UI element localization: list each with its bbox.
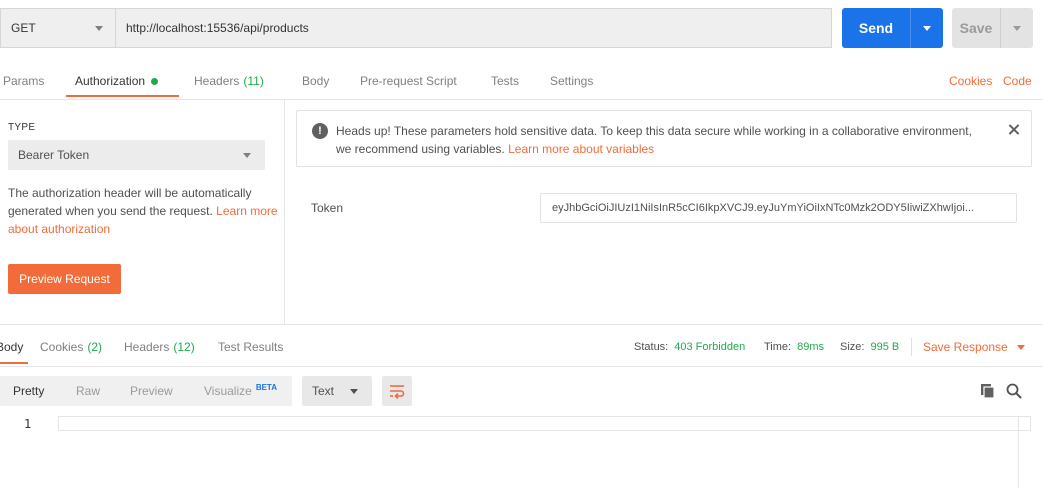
token-label: Token (311, 201, 344, 215)
tab-label: Headers (124, 340, 170, 354)
tab-label: Settings (550, 74, 594, 88)
sensitive-data-alert: ! Heads up! These parameters hold sensit… (296, 110, 1032, 167)
token-input[interactable]: eyJhbGciOiJIUzI1NiIsInR5cCI6IkpXVCJ9.eyJ… (540, 193, 1017, 223)
learn-more-variables-link[interactable]: Learn more about variables (508, 142, 654, 156)
tab-label: Tests (491, 74, 520, 88)
tab-label: Body (302, 74, 330, 88)
status-value[interactable]: 403 Forbidden (674, 341, 745, 353)
close-icon[interactable] (1007, 123, 1021, 137)
line-number: 1 (24, 417, 32, 431)
alert-message: Heads up! These parameters hold sensitiv… (336, 122, 976, 158)
url-text: http://localhost:15536/api/products (126, 21, 309, 35)
send-options-chevron-icon[interactable] (911, 8, 943, 48)
size-label: Size: (840, 341, 865, 353)
beta-badge: BETA (255, 382, 277, 392)
tab-label: Pre-request Script (360, 74, 457, 88)
tab-pre-request-script[interactable]: Pre-request Script (360, 62, 457, 100)
send-button[interactable]: Send (842, 8, 910, 48)
view-tab-label: Raw (76, 384, 101, 398)
tab-label: Body (0, 340, 24, 354)
active-response-tab-indicator (0, 362, 28, 364)
response-view-bar: Pretty Raw Preview Visualize BETA Text (0, 366, 1043, 416)
save-options-chevron-icon[interactable] (1001, 8, 1033, 48)
tab-body[interactable]: Body (302, 62, 329, 100)
status-label: Status: (634, 341, 669, 353)
chevron-down-icon (350, 389, 358, 394)
response-editor[interactable]: 1 (0, 416, 1043, 488)
response-divider (0, 324, 1043, 325)
size-value[interactable]: 995 B (870, 341, 899, 353)
tab-label: Cookies (40, 340, 84, 354)
info-icon: ! (312, 123, 328, 139)
tab-params[interactable]: Params (3, 62, 44, 100)
view-tab-label: Preview (130, 384, 173, 398)
view-tab-raw[interactable]: Raw (76, 376, 100, 406)
meta-divider (911, 338, 912, 356)
save-button[interactable]: Save (952, 8, 1000, 48)
tab-label: Test Results (218, 340, 284, 354)
auth-type-select[interactable]: Bearer Token (8, 140, 265, 170)
send-button-group: Send (842, 8, 943, 48)
response-tab-test-results[interactable]: Test Results (218, 330, 283, 364)
view-tab-preview[interactable]: Preview (130, 376, 173, 406)
tab-label: Headers (194, 74, 240, 88)
request-bar: GET http://localhost:15536/api/products … (0, 8, 1043, 48)
tab-headers[interactable]: Headers (11) (194, 62, 264, 100)
tab-tests[interactable]: Tests (491, 62, 519, 100)
copy-icon[interactable] (980, 383, 996, 399)
wrap-lines-button[interactable] (382, 376, 412, 406)
chevron-down-icon (95, 26, 103, 31)
editor-scrollbar[interactable] (1018, 416, 1019, 488)
save-button-group: Save (952, 8, 1033, 48)
response-tab-body[interactable]: Body (0, 330, 23, 364)
view-tab-label: Visualize (204, 384, 252, 398)
tab-label: Params (3, 74, 45, 88)
url-input[interactable]: http://localhost:15536/api/products (115, 8, 832, 48)
cookies-link[interactable]: Cookies (949, 62, 992, 100)
status-meta: Status: 403 Forbidden (634, 330, 745, 364)
view-tab-visualize[interactable]: Visualize BETA (204, 376, 277, 406)
auth-type-value: Bearer Token (18, 148, 90, 162)
view-tab-pretty[interactable]: Pretty (13, 376, 44, 406)
tab-count: (12) (173, 340, 195, 354)
format-value: Text (312, 384, 335, 398)
type-label: TYPE (8, 122, 36, 133)
active-tab-indicator (66, 95, 179, 97)
save-response-label: Save Response (923, 340, 1008, 354)
size-meta: Size: 995 B (840, 330, 899, 364)
auth-type-panel: TYPE Bearer Token The authorization head… (0, 100, 285, 324)
auth-description: The authorization header will be automat… (8, 184, 278, 238)
response-tab-cookies[interactable]: Cookies (2) (40, 330, 102, 364)
code-line[interactable] (58, 416, 1031, 431)
view-tab-label: Pretty (13, 384, 45, 398)
method-select[interactable]: GET (0, 8, 115, 48)
chevron-down-icon (243, 153, 251, 158)
line-gutter: 1 (0, 416, 48, 488)
auth-description-text: The authorization header will be automat… (8, 186, 252, 218)
time-label: Time: (764, 341, 792, 353)
time-meta: Time: 89ms (764, 330, 824, 364)
wrap-lines-icon (390, 385, 405, 399)
response-tab-headers[interactable]: Headers (12) (124, 330, 195, 364)
preview-request-button[interactable]: Preview Request (8, 264, 121, 294)
tab-settings[interactable]: Settings (550, 62, 593, 100)
format-select[interactable]: Text (302, 376, 372, 406)
search-icon[interactable] (1005, 382, 1023, 400)
chevron-down-icon (1016, 344, 1025, 350)
method-label: GET (11, 21, 36, 35)
tab-label: Authorization (75, 74, 146, 88)
active-dot-icon (151, 77, 159, 85)
time-value[interactable]: 89ms (797, 341, 824, 353)
view-mode-group: Pretty Raw Preview Visualize BETA (0, 376, 292, 406)
save-response-button[interactable]: Save Response (923, 330, 1025, 364)
code-link[interactable]: Code (1003, 62, 1032, 100)
tab-count: (2) (87, 340, 103, 354)
token-value: eyJhbGciOiJIUzI1NiIsInR5cCI6IkpXVCJ9.eyJ… (552, 202, 974, 214)
tab-count: (11) (243, 74, 264, 88)
